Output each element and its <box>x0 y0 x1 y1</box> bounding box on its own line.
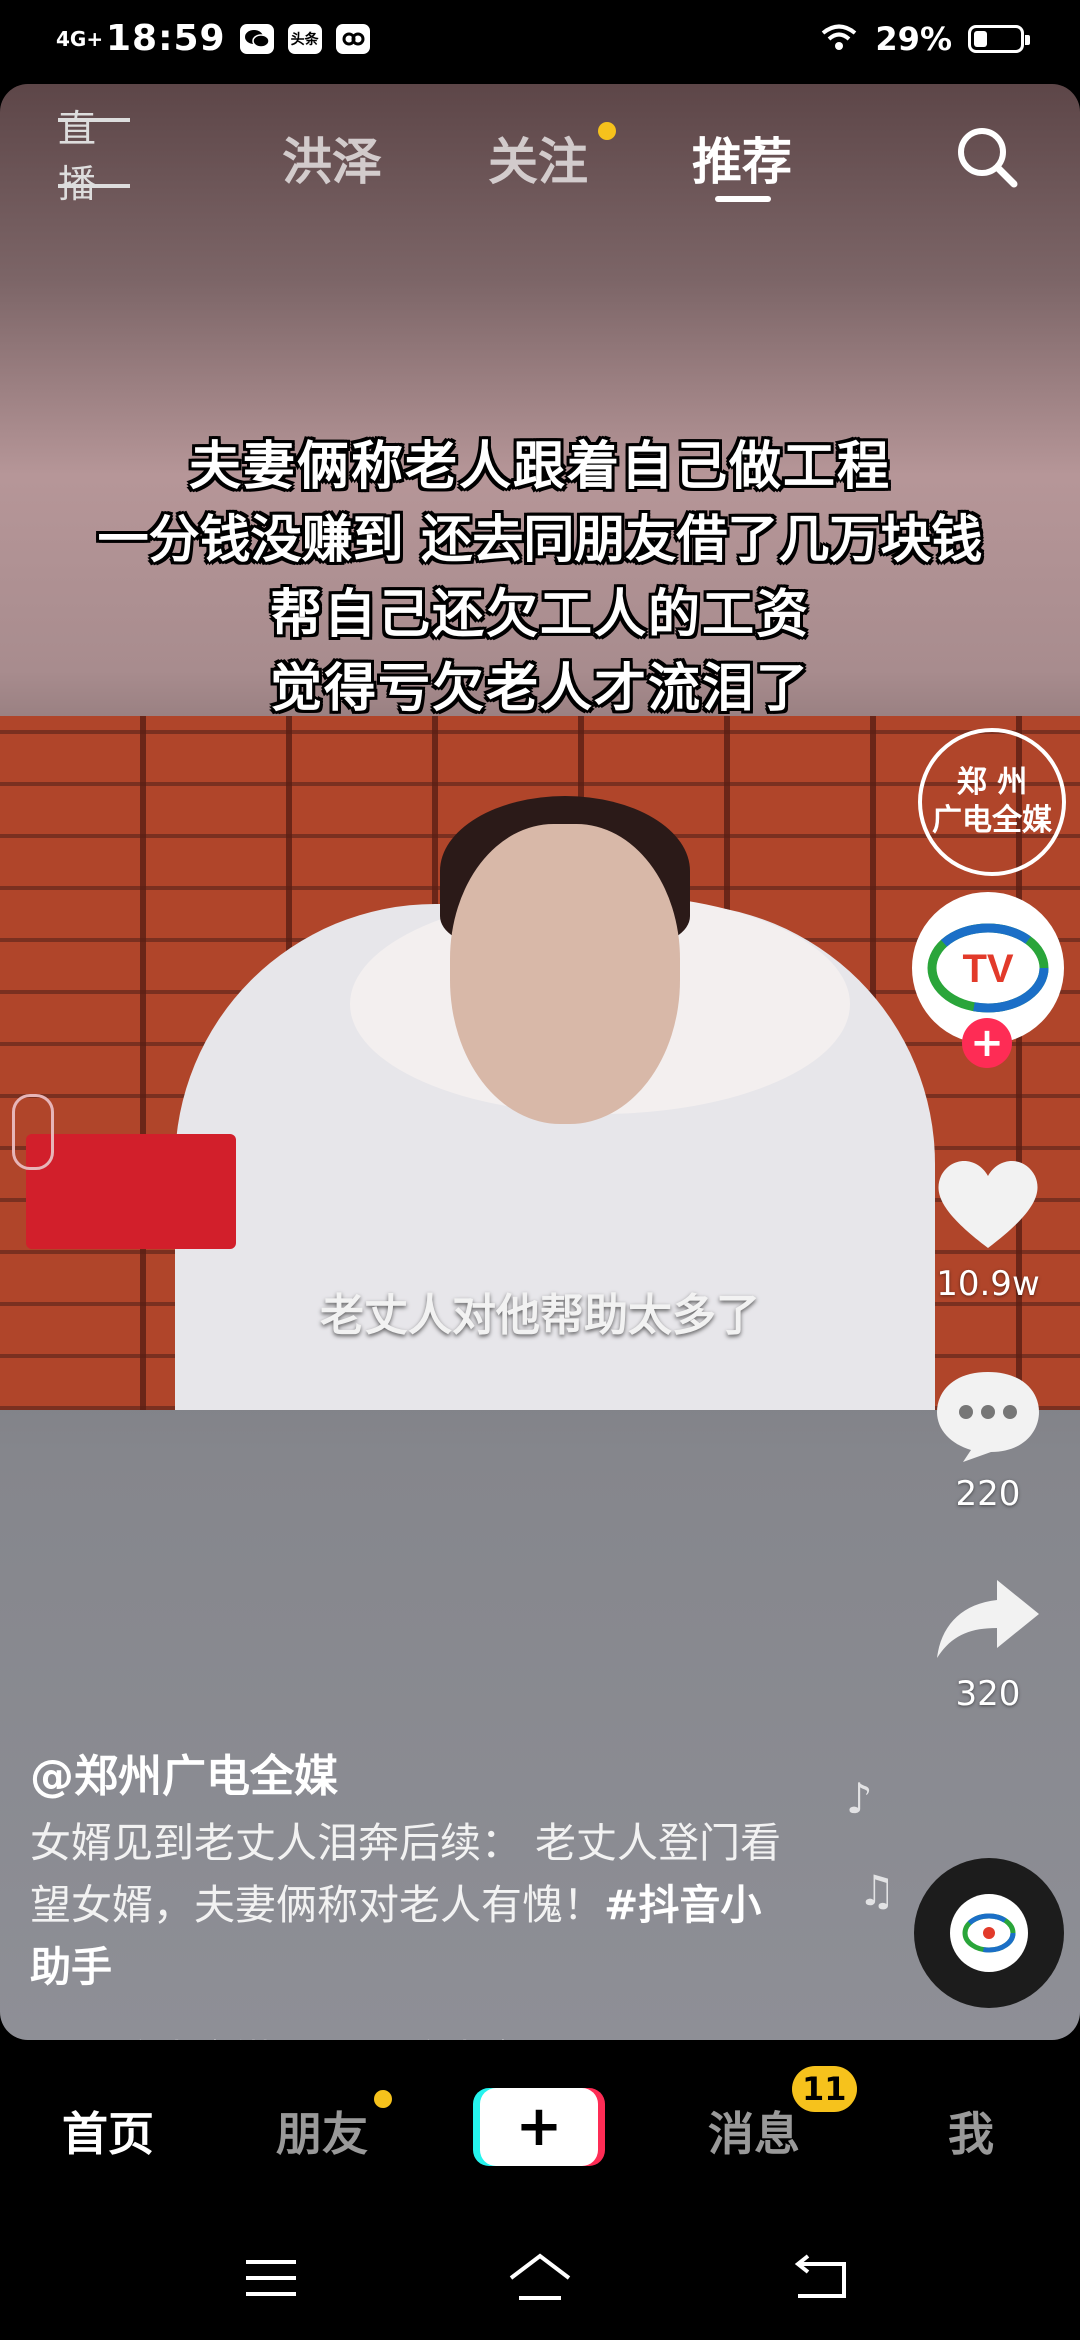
heart-icon <box>938 1161 1038 1248</box>
nav-messages[interactable]: 消息 <box>708 2098 800 2164</box>
post-description: 女婿见到老丈人泪奔后续： 老丈人登门看望女婿，夫妻俩称对老人有愧！#抖音小助手 <box>30 1812 800 1998</box>
music-disc-cover <box>950 1894 1028 1972</box>
status-right: 29% <box>819 20 1030 58</box>
home-icon[interactable] <box>505 2250 575 2306</box>
like-count: 10.9w <box>936 1264 1040 1304</box>
status-left: 4G+ 18:59 头条 <box>56 18 370 59</box>
nav-home[interactable]: 首页 <box>62 2098 154 2164</box>
status-bar: 4G+ 18:59 头条 29% <box>0 0 1080 84</box>
like-button[interactable]: 10.9w <box>922 1154 1054 1304</box>
avatar-text: TV <box>962 947 1013 991</box>
back-icon[interactable] <box>786 2250 856 2306</box>
video-subtitle: 老丈人对他帮助太多了 <box>320 1290 760 1341</box>
battery-icon <box>968 25 1030 53</box>
following-dot <box>598 122 616 140</box>
nav-friends[interactable]: 朋友 <box>276 2098 368 2164</box>
video-person-head <box>450 824 680 1124</box>
comment-count: 220 <box>955 1474 1021 1514</box>
wechat-icon <box>239 23 274 54</box>
wifi-icon <box>819 22 859 56</box>
video-player[interactable]: 夫妻俩称老人跟着自己做工程 一分钱没赚到 还去同朋友借了几万块钱 帮自己还欠工人… <box>0 84 1080 2040</box>
live-icon[interactable]: 直播 <box>58 107 130 206</box>
friends-dot <box>374 2090 392 2108</box>
search-icon[interactable] <box>952 122 1022 192</box>
music-disc[interactable] <box>914 1858 1064 2008</box>
share-count: 320 <box>955 1674 1021 1714</box>
nav-me[interactable]: 我 <box>948 2098 994 2164</box>
create-button[interactable]: + <box>480 2088 598 2166</box>
tiktok-note-icon <box>44 2039 51 2040</box>
comment-button[interactable]: 220 <box>922 1364 1054 1514</box>
video-caption-line: 帮自己还欠工人的工资 <box>269 585 810 645</box>
follow-button[interactable]: + <box>962 1018 1012 1068</box>
watermark-line: 郑 州 <box>956 765 1028 800</box>
video-caption-line: 夫妻俩称老人跟着自己做工程 <box>188 437 891 497</box>
author-name[interactable]: @郑州广电全媒 <box>30 1740 338 1804</box>
comment-icon <box>937 1372 1039 1462</box>
top-nav: 直播 洪泽 关注 推荐 <box>0 84 1080 224</box>
music-author: @郑州广电全 <box>294 2028 522 2040</box>
music-info[interactable]: 州广电全媒 @郑州广电全 <box>30 2028 522 2040</box>
channel-watermark: 郑 州 广电全媒 <box>918 728 1066 876</box>
menu-icon[interactable] <box>236 2250 306 2306</box>
video-lower-third <box>12 1094 236 1249</box>
tab-local[interactable]: 洪泽 <box>282 122 382 194</box>
watermark-line: 广电全媒 <box>932 803 1052 838</box>
battery-percent: 29% <box>875 20 952 58</box>
music-title: 州广电全媒 <box>82 2028 272 2040</box>
toutiao-icon: 头条 <box>287 23 322 54</box>
video-caption-line: 一分钱没赚到 还去同朋友借了几万块钱 <box>97 511 983 570</box>
status-time: 18:59 <box>106 18 226 59</box>
gallery-icon <box>335 23 370 54</box>
tab-following[interactable]: 关注 <box>488 122 588 194</box>
network-indicator: 4G+ <box>56 26 104 51</box>
share-icon <box>937 1580 1039 1658</box>
share-button[interactable]: 320 <box>922 1574 1054 1714</box>
messages-badge: 11 <box>792 2066 857 2112</box>
music-note-icon: ♫ <box>858 1866 896 1915</box>
bottom-nav: 首页 朋友 + 消息 11 我 <box>0 2044 1080 2214</box>
active-tab-indicator <box>715 196 771 202</box>
music-note-icon: ♪ <box>846 1774 873 1823</box>
plus-icon: + <box>515 2094 563 2159</box>
tab-recommend[interactable]: 推荐 <box>692 122 792 194</box>
system-nav-bar <box>0 2214 1080 2340</box>
video-caption-line: 觉得亏欠老人才流泪了 <box>269 659 810 719</box>
